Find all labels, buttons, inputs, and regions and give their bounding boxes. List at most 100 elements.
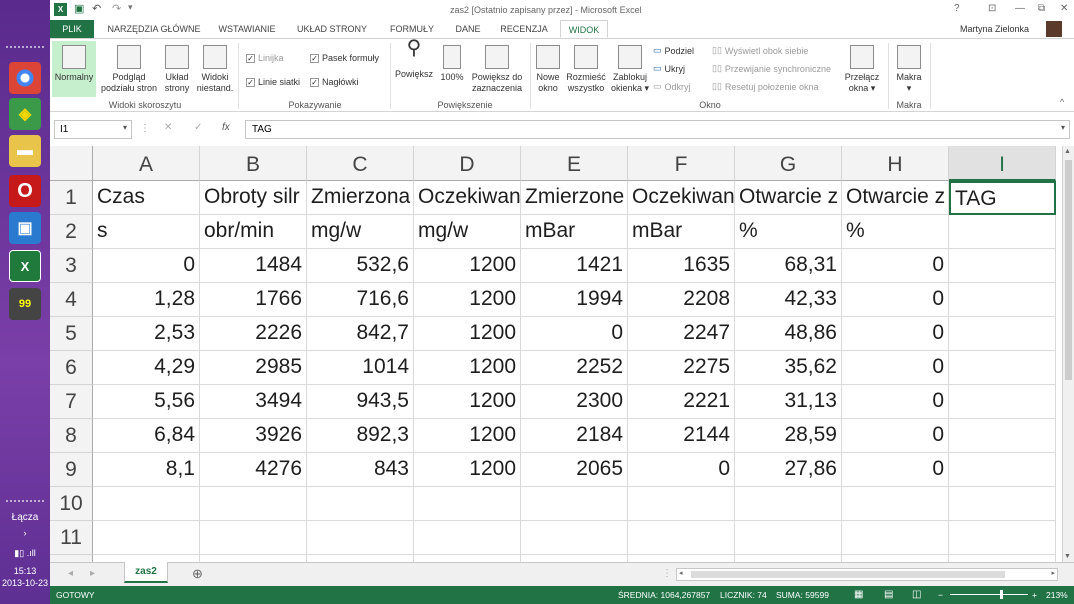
ruler-checkbox[interactable]: ✓ Linijka: [246, 53, 284, 63]
zoom-level[interactable]: 213%: [1046, 586, 1068, 604]
column-header-h[interactable]: H: [842, 146, 949, 181]
tab-formulas[interactable]: FORMUŁY: [384, 20, 440, 38]
cell-g4[interactable]: 42,33: [735, 283, 842, 317]
freeze-panes-button[interactable]: Zablokuj okienka ▾: [610, 41, 650, 94]
cell-a9[interactable]: 8,1: [93, 453, 200, 487]
cell-i12[interactable]: [949, 555, 1056, 562]
cell-b1[interactable]: Obroty silr: [200, 181, 307, 215]
scroll-right-icon[interactable]: ▸: [1051, 569, 1055, 577]
cell-b6[interactable]: 2985: [200, 351, 307, 385]
cell-d11[interactable]: [414, 521, 521, 555]
switch-windows-button[interactable]: Przełącz okna ▾: [842, 41, 882, 94]
page-layout-button[interactable]: Układ strony: [162, 41, 192, 94]
cell-g3[interactable]: 68,31: [735, 249, 842, 283]
cell-i11[interactable]: [949, 521, 1056, 555]
new-window-button[interactable]: Nowe okno: [534, 41, 562, 94]
cell-h4[interactable]: 0: [842, 283, 949, 317]
cell-h5[interactable]: 0: [842, 317, 949, 351]
cell-h2[interactable]: %: [842, 215, 949, 249]
cell-g9[interactable]: 27,86: [735, 453, 842, 487]
chrome-icon[interactable]: [9, 62, 41, 94]
cell-c10[interactable]: [307, 487, 414, 521]
page-break-preview-button[interactable]: Podgląd podziału stron: [98, 41, 160, 94]
cell-g2[interactable]: %: [735, 215, 842, 249]
tab-file[interactable]: PLIK: [50, 20, 94, 38]
cell-b3[interactable]: 1484: [200, 249, 307, 283]
cell-a11[interactable]: [93, 521, 200, 555]
cell-b11[interactable]: [200, 521, 307, 555]
h-scroll-thumb[interactable]: [691, 571, 1005, 578]
column-header-f[interactable]: F: [628, 146, 735, 181]
cell-c9[interactable]: 843: [307, 453, 414, 487]
avatar[interactable]: [1046, 21, 1062, 37]
cell-h3[interactable]: 0: [842, 249, 949, 283]
normal-view-button[interactable]: Normalny: [52, 41, 96, 97]
row-header-11[interactable]: 11: [50, 521, 93, 555]
cell-h11[interactable]: [842, 521, 949, 555]
cell-a3[interactable]: 0: [93, 249, 200, 283]
cell-f8[interactable]: 2144: [628, 419, 735, 453]
horizontal-scrollbar[interactable]: ◂ ▸: [676, 568, 1058, 581]
cell-e11[interactable]: [521, 521, 628, 555]
cell-a12[interactable]: [93, 555, 200, 562]
zoom-100-button[interactable]: 100%: [438, 41, 466, 83]
cell-b5[interactable]: 2226: [200, 317, 307, 351]
worksheet-grid[interactable]: A B C D E F G H I 1 Czas Obroty silr Zmierzona Oczeki…: [50, 146, 1062, 562]
cell-d1[interactable]: Oczekiwan: [414, 181, 521, 215]
unhide-button[interactable]: ▭ Odkryj: [653, 81, 691, 92]
cell-a4[interactable]: 1,28: [93, 283, 200, 317]
cell-a2[interactable]: s: [93, 215, 200, 249]
cell-h7[interactable]: 0: [842, 385, 949, 419]
cell-d9[interactable]: 1200: [414, 453, 521, 487]
cell-i5[interactable]: [949, 317, 1056, 351]
excel-taskbar-icon[interactable]: X: [9, 250, 41, 282]
excel-app-icon[interactable]: X: [54, 3, 67, 16]
cell-e9[interactable]: 2065: [521, 453, 628, 487]
column-header-e[interactable]: E: [521, 146, 628, 181]
user-name[interactable]: Martyna Zielonka: [960, 24, 1029, 34]
page-layout-status-icon[interactable]: ▤: [884, 586, 893, 604]
cell-h6[interactable]: 0: [842, 351, 949, 385]
name-box-dropdown-icon[interactable]: ▾: [123, 123, 127, 132]
sheet-tab-zas2[interactable]: zas2: [124, 562, 168, 583]
cell-i7[interactable]: [949, 385, 1056, 419]
row-header-6[interactable]: 6: [50, 351, 93, 385]
cell-c7[interactable]: 943,5: [307, 385, 414, 419]
cell-e8[interactable]: 2184: [521, 419, 628, 453]
tab-insert[interactable]: WSTAWIANIE: [214, 20, 280, 38]
hide-button[interactable]: ▭ Ukryj: [653, 63, 685, 74]
cell-f5[interactable]: 2247: [628, 317, 735, 351]
cell-b4[interactable]: 1766: [200, 283, 307, 317]
column-header-i[interactable]: I: [949, 146, 1056, 181]
cell-i9[interactable]: [949, 453, 1056, 487]
formula-input[interactable]: TAG ▾: [245, 120, 1070, 139]
row-header-2[interactable]: 2: [50, 215, 93, 249]
cell-g1[interactable]: Otwarcie z: [735, 181, 842, 215]
cell-e3[interactable]: 1421: [521, 249, 628, 283]
cell-f1[interactable]: Oczekiwan: [628, 181, 735, 215]
select-all-button[interactable]: [50, 146, 93, 181]
insert-function-icon[interactable]: fx: [222, 122, 230, 133]
app-blue-icon[interactable]: ▣: [9, 212, 41, 244]
cell-h9[interactable]: 0: [842, 453, 949, 487]
arrange-all-button[interactable]: Rozmieść wszystko: [564, 41, 608, 94]
cell-a6[interactable]: 4,29: [93, 351, 200, 385]
cell-a1[interactable]: Czas: [93, 181, 200, 215]
row-header-4[interactable]: 4: [50, 283, 93, 317]
cell-g10[interactable]: [735, 487, 842, 521]
page-break-status-icon[interactable]: ◫: [912, 586, 921, 604]
cell-e6[interactable]: 2252: [521, 351, 628, 385]
links-label[interactable]: Łącza: [0, 512, 50, 523]
quick-access-dropdown-icon[interactable]: ▾: [128, 2, 133, 13]
cell-g7[interactable]: 31,13: [735, 385, 842, 419]
cell-b12[interactable]: [200, 555, 307, 562]
folder-icon[interactable]: ▬: [9, 135, 41, 167]
row-header-3[interactable]: 3: [50, 249, 93, 283]
cell-f7[interactable]: 2221: [628, 385, 735, 419]
row-header-12[interactable]: 12: [50, 555, 93, 562]
cell-e12[interactable]: [521, 555, 628, 562]
cell-e4[interactable]: 1994: [521, 283, 628, 317]
ribbon-display-icon[interactable]: ⊡: [988, 3, 996, 14]
cell-a5[interactable]: 2,53: [93, 317, 200, 351]
save-icon[interactable]: ▣: [74, 2, 84, 15]
